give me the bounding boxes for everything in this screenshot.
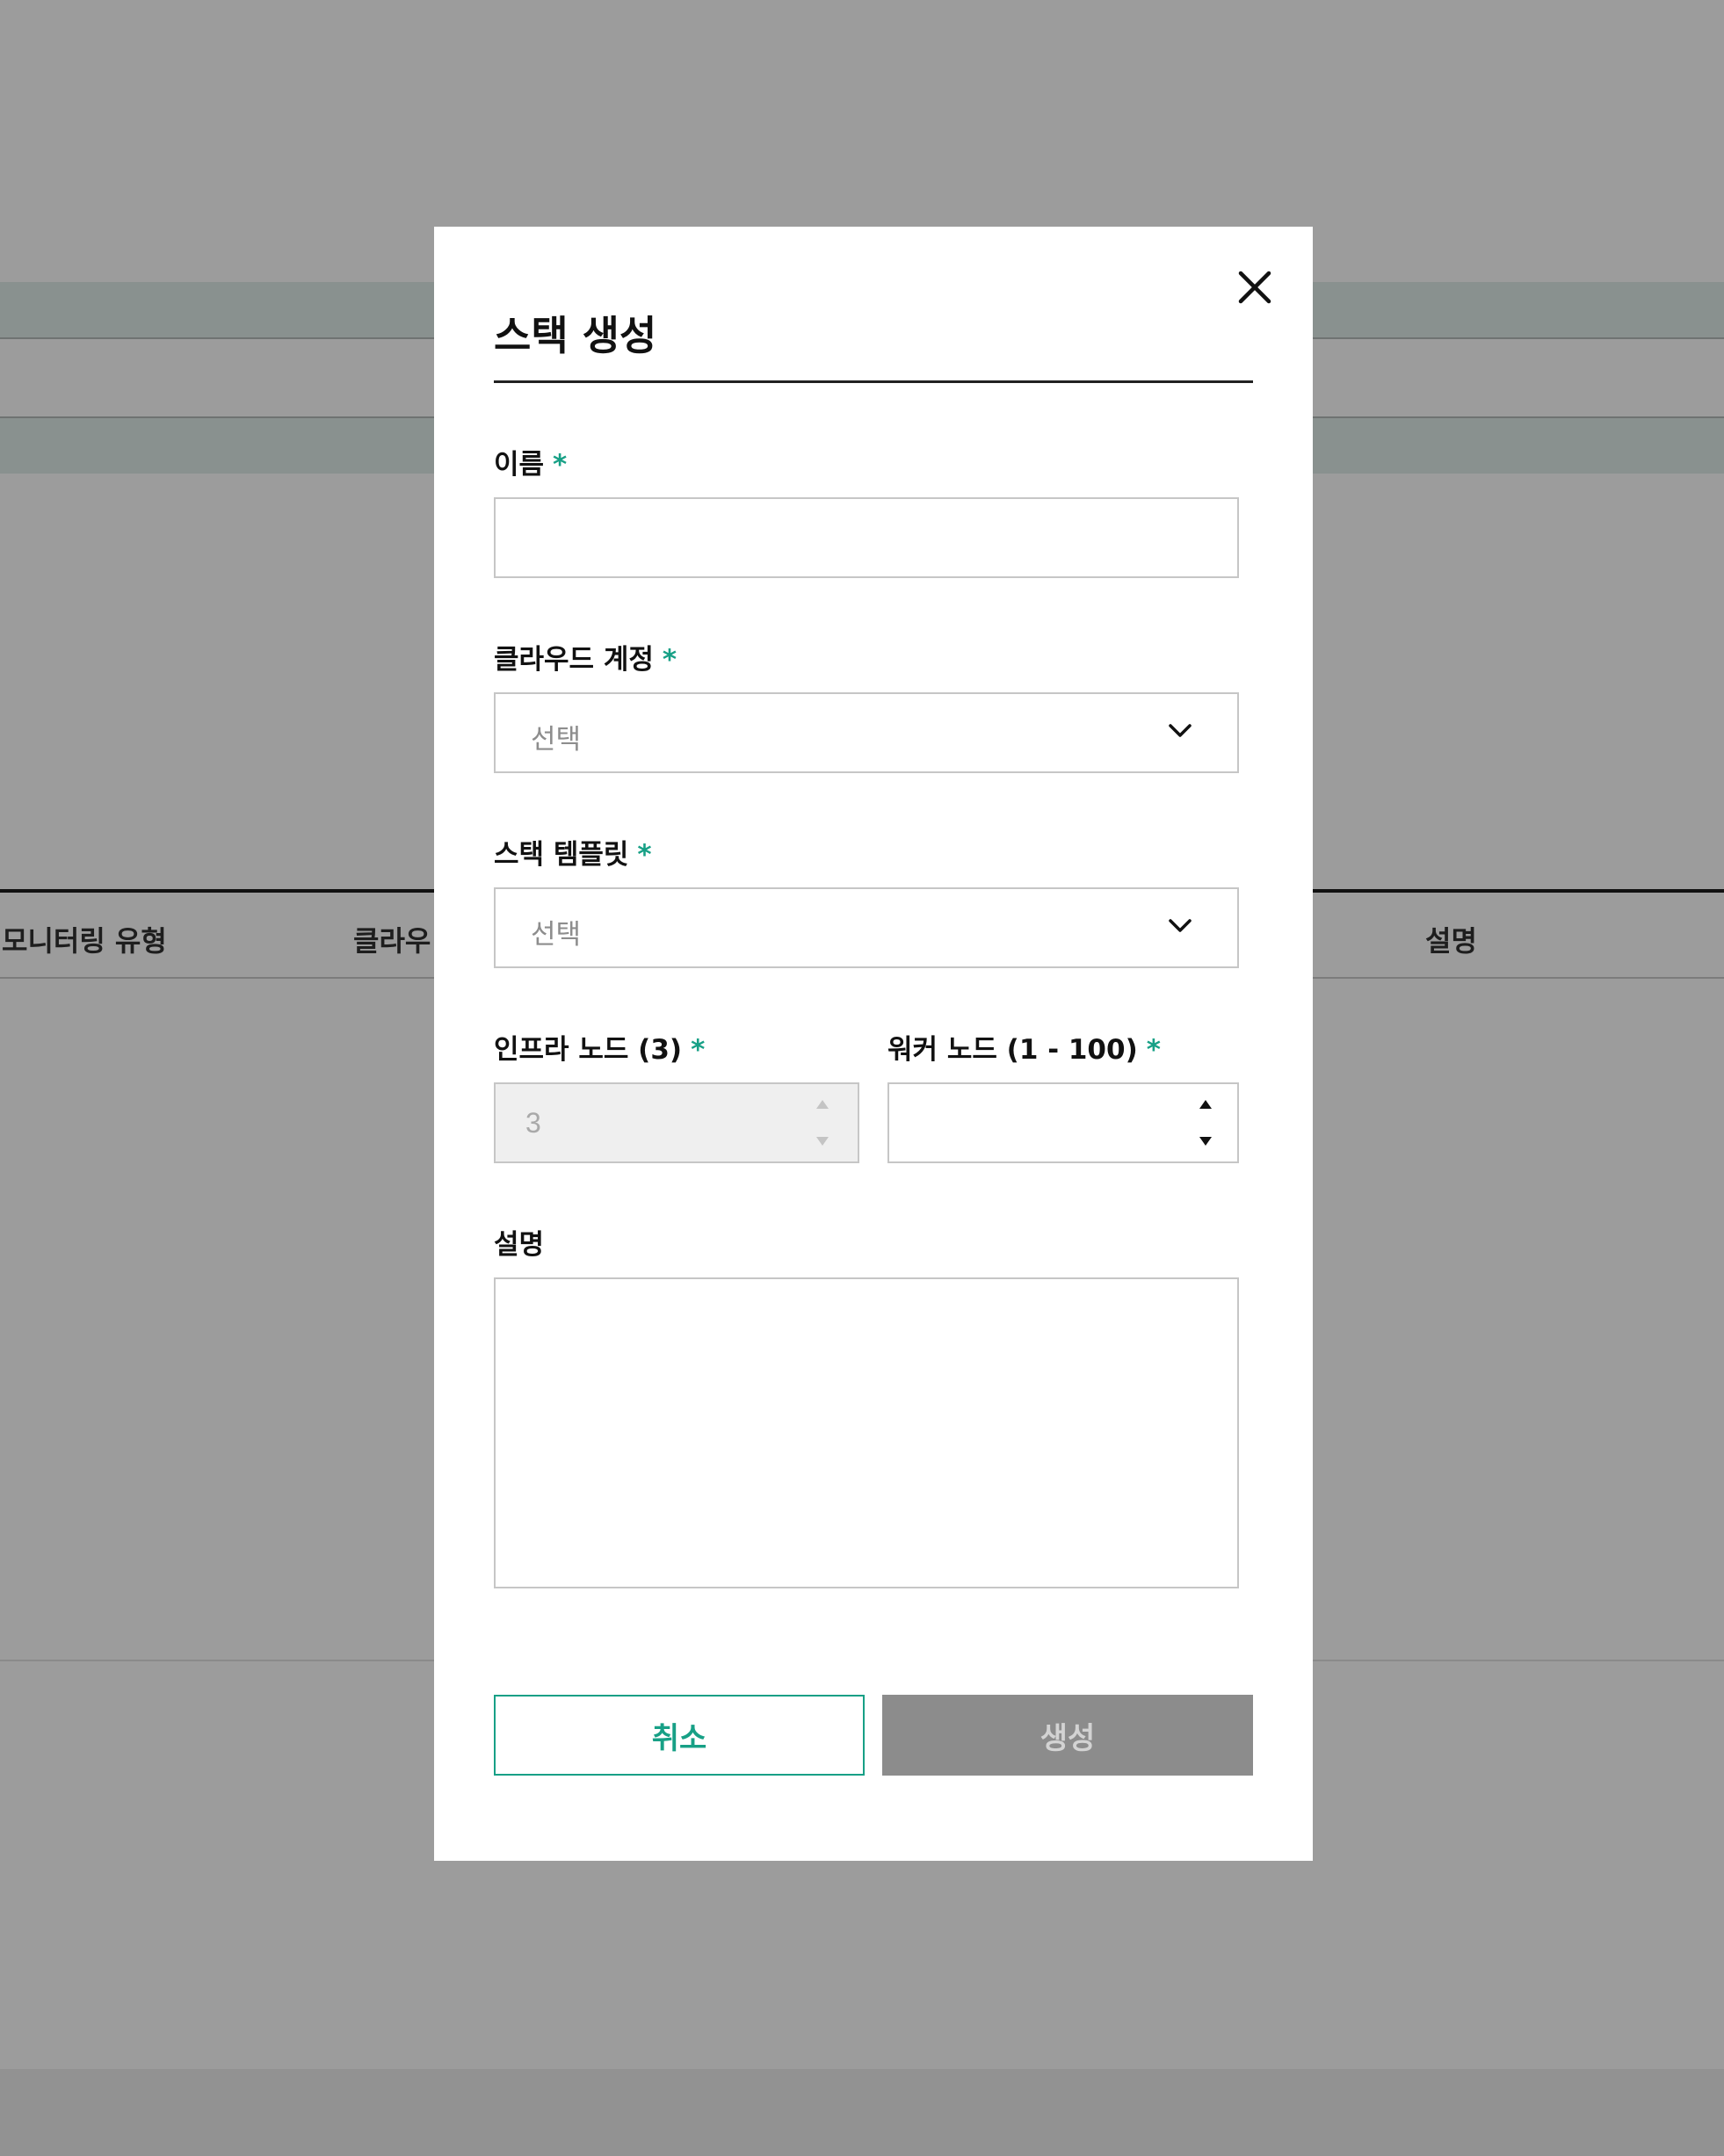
- infra-nodes-label: 인프라 노드 (3) *: [494, 1027, 705, 1067]
- chevron-down-icon: [1169, 724, 1192, 737]
- infra-nodes-label-text: 인프라 노드 (3): [494, 1034, 683, 1066]
- stack-template-selected-value: 선택: [531, 919, 582, 951]
- worker-nodes-input-box: [887, 1082, 1239, 1163]
- spin-down-icon[interactable]: [1198, 1135, 1213, 1147]
- infra-nodes-input: 3: [494, 1082, 859, 1163]
- name-label-text: 이름: [494, 449, 545, 481]
- stack-template-label-text: 스택 템플릿: [494, 839, 629, 871]
- description-textarea-box: [494, 1277, 1239, 1588]
- spin-up-icon: [816, 1100, 829, 1109]
- stack-template-label: 스택 템플릿 *: [494, 832, 652, 872]
- create-button[interactable]: 생성: [882, 1695, 1253, 1776]
- table-header-cloud: 클라우: [353, 924, 431, 958]
- cancel-button[interactable]: 취소: [494, 1695, 865, 1776]
- description-label: 설명: [494, 1222, 544, 1262]
- stack-template-select[interactable]: 선택: [494, 887, 1239, 968]
- name-input-box: [494, 497, 1239, 578]
- worker-nodes-label: 워커 노드 (1 - 100) *: [887, 1027, 1161, 1067]
- cloud-account-label: 클라우드 계정 *: [494, 637, 677, 676]
- worker-nodes-input[interactable]: [889, 1084, 1237, 1161]
- cloud-account-select[interactable]: 선택: [494, 692, 1239, 773]
- table-header-description: 설명: [1425, 924, 1477, 958]
- description-label-text: 설명: [494, 1229, 545, 1261]
- table-header-monitoring-type: 모니터링 유형: [2, 924, 167, 958]
- cloud-account-selected-value: 선택: [531, 724, 582, 756]
- cloud-account-label-text: 클라우드 계정: [494, 644, 654, 676]
- required-mark: *: [691, 1034, 706, 1066]
- infra-nodes-value: 3: [525, 1107, 541, 1139]
- description-textarea[interactable]: [496, 1279, 1237, 1587]
- spin-down-icon: [816, 1137, 829, 1146]
- required-mark: *: [637, 839, 652, 871]
- chevron-down-icon: [1169, 919, 1192, 932]
- spin-up-icon[interactable]: [1198, 1098, 1213, 1111]
- create-stack-modal: 스택 생성 이름 * 클라우드 계정 * 선택 스택 템플릿 * 선택 인프라 노드 …: [434, 227, 1313, 1861]
- title-divider: [494, 380, 1253, 383]
- modal-title: 스택 생성: [494, 312, 657, 359]
- close-icon[interactable]: [1232, 264, 1278, 310]
- worker-nodes-label-text: 워커 노드 (1 - 100): [887, 1034, 1138, 1066]
- background-footer: [0, 2069, 1724, 2156]
- name-input[interactable]: [496, 499, 1237, 576]
- required-mark: *: [662, 644, 677, 676]
- name-label: 이름 *: [494, 442, 567, 481]
- required-mark: *: [553, 449, 568, 481]
- required-mark: *: [1146, 1034, 1161, 1066]
